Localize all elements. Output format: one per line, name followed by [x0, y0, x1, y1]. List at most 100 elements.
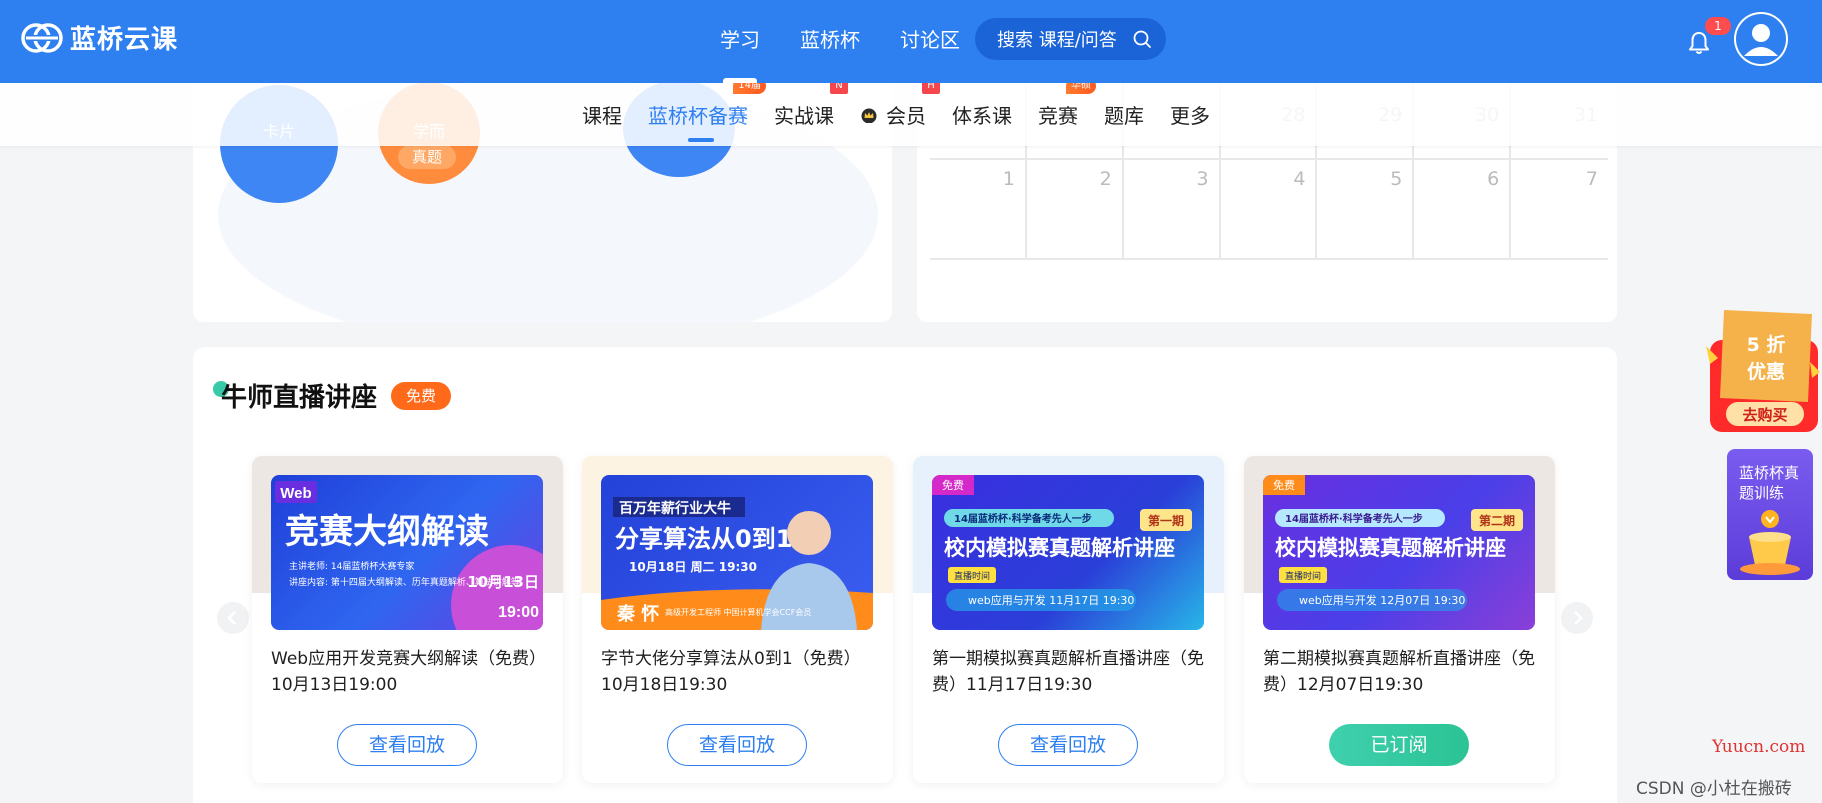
course-card[interactable]: 百万年薪行业大牛 分享算法从0到1 10月18日 周二 19:30 秦 怀 高级… [582, 456, 893, 783]
promo-discount: 5 折 [1747, 334, 1786, 356]
subnav-item-courses[interactable]: 课程 [582, 100, 622, 129]
course-thumbnail[interactable]: 免费 14届蓝桥杯·科学备考先人一步 第二期 校内模拟赛真题解析讲座 直播时间 … [1263, 475, 1535, 630]
chevron-right-icon [1574, 611, 1583, 625]
course-title[interactable]: 第一期模拟赛真题解析直播讲座（免费）11月17日19:30 [932, 646, 1212, 698]
subnav-item-lanqiao-prep[interactable]: 蓝桥杯备赛 14届 [648, 78, 766, 142]
search-icon[interactable] [1132, 29, 1152, 49]
subnav-label: 蓝桥杯备赛 [648, 104, 748, 128]
logo-icon [21, 22, 63, 53]
section-header: 牛师直播讲座 免费 [213, 377, 452, 414]
subnav-item-question-bank[interactable]: 题库 [1104, 100, 1144, 129]
subnav-item-member[interactable]: 会员 H [860, 78, 940, 129]
site-watermark: Yuucn.com [1712, 737, 1806, 757]
promo-buy: 去购买 [1742, 406, 1787, 424]
thumb-tag: 免费 [942, 478, 964, 492]
thumb-banner: 14届蓝桥杯·科学备考先人一步 [954, 512, 1092, 525]
calendar-day[interactable]: 6 [1414, 160, 1512, 258]
user-avatar-icon [1736, 14, 1786, 64]
trophy-icon [1740, 510, 1800, 575]
thumb-line: web应用与开发 12月07日 19:30 [1299, 593, 1465, 607]
avatar[interactable] [1734, 12, 1788, 66]
thumb-headline: 校内模拟赛真题解析讲座 [944, 536, 1175, 560]
course-card[interactable]: 免费 14届蓝桥杯·科学备考先人一步 第二期 校内模拟赛真题解析讲座 直播时间 … [1244, 456, 1555, 783]
thumb-speaker: 秦 怀 [616, 603, 659, 625]
thumb-issue: 第二期 [1479, 513, 1515, 528]
subnav-item-more[interactable]: 更多 [1170, 100, 1210, 129]
calendar-day[interactable]: 3 [1124, 160, 1221, 258]
course-thumbnail[interactable]: 百万年薪行业大牛 分享算法从0到1 10月18日 周二 19:30 秦 怀 高级… [601, 475, 873, 630]
subnav-label: 更多 [1170, 104, 1210, 128]
watch-replay-button[interactable]: 查看回放 [337, 724, 477, 766]
thumb-tag: Web [280, 485, 311, 502]
brand-name: 蓝桥云课 [70, 25, 179, 55]
calendar-day[interactable]: 1 [930, 160, 1027, 258]
course-title[interactable]: 字节大佬分享算法从0到1（免费）10月18日19:30 [601, 646, 881, 698]
exam-training-widget[interactable]: 蓝桥杯真题训练 [1727, 449, 1813, 580]
subnav-label: 竞赛 [1038, 104, 1078, 128]
watch-replay-button[interactable]: 查看回放 [667, 724, 807, 766]
carousel-next-button[interactable] [1561, 602, 1593, 634]
thumb-headline: 校内模拟赛真题解析讲座 [1275, 536, 1506, 560]
calendar-row: 1 2 3 4 5 6 7 [930, 160, 1608, 260]
discount-promo[interactable]: 5 折 优惠 去购买 [1702, 306, 1820, 436]
thumbnail-art: 免费 14届蓝桥杯·科学备考先人一步 第二期 校内模拟赛真题解析讲座 直播时间 … [1263, 475, 1523, 611]
main-nav: 学习 蓝桥杯 讨论区 [700, 0, 980, 83]
thumb-headline: 分享算法从0到1 [615, 525, 792, 553]
subnav-label: 课程 [582, 104, 622, 128]
bell-icon[interactable] [1686, 30, 1712, 56]
subscribed-button[interactable]: 已订阅 [1329, 724, 1469, 766]
thumb-live-label: 直播时间 [954, 570, 990, 582]
subnav-label: 体系课 [952, 104, 1012, 128]
subnav-label: 实战课 [774, 104, 834, 128]
thumb-headline: 竞赛大纲解读 [285, 512, 489, 552]
calendar-day[interactable]: 5 [1317, 160, 1415, 258]
notification-badge: 1 [1705, 17, 1731, 35]
course-card[interactable]: 免费 14届蓝桥杯·科学备考先人一步 第一期 校内模拟赛真题解析讲座 直播时间 … [913, 456, 1224, 783]
thumb-tag: 免费 [1273, 478, 1295, 492]
search-box[interactable]: 搜索 课程/问答 [975, 18, 1166, 60]
watch-replay-button[interactable]: 查看回放 [998, 724, 1138, 766]
subnav-label: 题库 [1104, 104, 1144, 128]
calendar-day[interactable]: 4 [1221, 160, 1318, 258]
thumbnail-art: Web 竞赛大纲解读 主讲老师: 14届蓝桥杯大赛专家 讲座内容: 第十四届大纲… [275, 481, 543, 630]
section-title: 牛师直播讲座 [221, 383, 378, 413]
top-bar: 蓝桥云课 学习 蓝桥杯 讨论区 搜索 课程/问答 1 [0, 0, 1822, 83]
thumbnail-art: 百万年薪行业大牛 分享算法从0到1 10月18日 周二 19:30 秦 怀 高级… [601, 497, 873, 630]
search-placeholder: 搜索 课程/问答 [997, 30, 1117, 51]
free-badge: 免费 [391, 381, 452, 410]
subnav-item-practical[interactable]: 实战课 N [774, 78, 848, 129]
discount-coupon-icon: 5 折 优惠 去购买 [1706, 310, 1820, 432]
chevron-left-icon [227, 611, 236, 625]
course-thumbnail[interactable]: 免费 14届蓝桥杯·科学备考先人一步 第一期 校内模拟赛真题解析讲座 直播时间 … [932, 475, 1204, 630]
thumb-line: 10月18日 周二 19:30 [629, 560, 757, 574]
course-card[interactable]: Web 竞赛大纲解读 主讲老师: 14届蓝桥杯大赛专家 讲座内容: 第十四届大纲… [252, 456, 563, 783]
thumbnail-art: 免费 14届蓝桥杯·科学备考先人一步 第一期 校内模拟赛真题解析讲座 直播时间 … [932, 475, 1192, 611]
crown-icon [861, 108, 877, 123]
nav-item-lanqiao-cup[interactable]: 蓝桥杯 [780, 0, 880, 83]
subnav-item-system-course[interactable]: 体系课 [952, 100, 1012, 129]
thumb-banner: 14届蓝桥杯·科学备考先人一步 [1285, 512, 1423, 525]
thumb-date: 10月13日 [467, 573, 539, 591]
subnav-item-contest[interactable]: 竞赛 华硕 [1038, 78, 1096, 129]
nav-item-study[interactable]: 学习 [700, 0, 780, 83]
subnav-label: 会员 [886, 104, 926, 128]
nav-item-forum[interactable]: 讨论区 [880, 0, 980, 83]
thumb-line: web应用与开发 11月17日 19:30 [968, 593, 1134, 607]
thumb-tag: 百万年薪行业大牛 [619, 500, 731, 517]
brand-logo[interactable]: 蓝桥云课 [20, 19, 178, 56]
thumb-time: 19:00 [498, 604, 539, 621]
sub-nav: 课程 蓝桥杯备赛 14届 实战课 N 会员 H 体系课 竞赛 华硕 题库 更多 [0, 78, 1822, 146]
carousel-prev-button[interactable] [217, 602, 249, 634]
course-title[interactable]: Web应用开发竞赛大纲解读（免费）10月13日19:00 [271, 646, 551, 698]
calendar-day[interactable]: 7 [1511, 160, 1608, 258]
course-title[interactable]: 第二期模拟赛真题解析直播讲座（免费）12月07日19:30 [1263, 646, 1543, 698]
thumb-issue: 第一期 [1148, 513, 1184, 528]
thumb-speaker-role: 高级开发工程师 中国计算机学会CCF会员 [665, 607, 811, 617]
thumb-line: 主讲老师: 14届蓝桥杯大赛专家 [289, 560, 414, 572]
calendar-day[interactable]: 2 [1027, 160, 1124, 258]
thumb-live-label: 直播时间 [1285, 570, 1321, 582]
promo-label: 优惠 [1747, 360, 1785, 383]
course-thumbnail[interactable]: Web 竞赛大纲解读 主讲老师: 14届蓝桥杯大赛专家 讲座内容: 第十四届大纲… [271, 475, 543, 630]
live-lecture-section: 牛师直播讲座 免费 Web 竞赛大纲解读 主讲老师: 14届蓝桥杯大赛专家 讲座… [193, 347, 1617, 803]
csdn-watermark: CSDN @小杜在搬砖 [1636, 779, 1792, 799]
